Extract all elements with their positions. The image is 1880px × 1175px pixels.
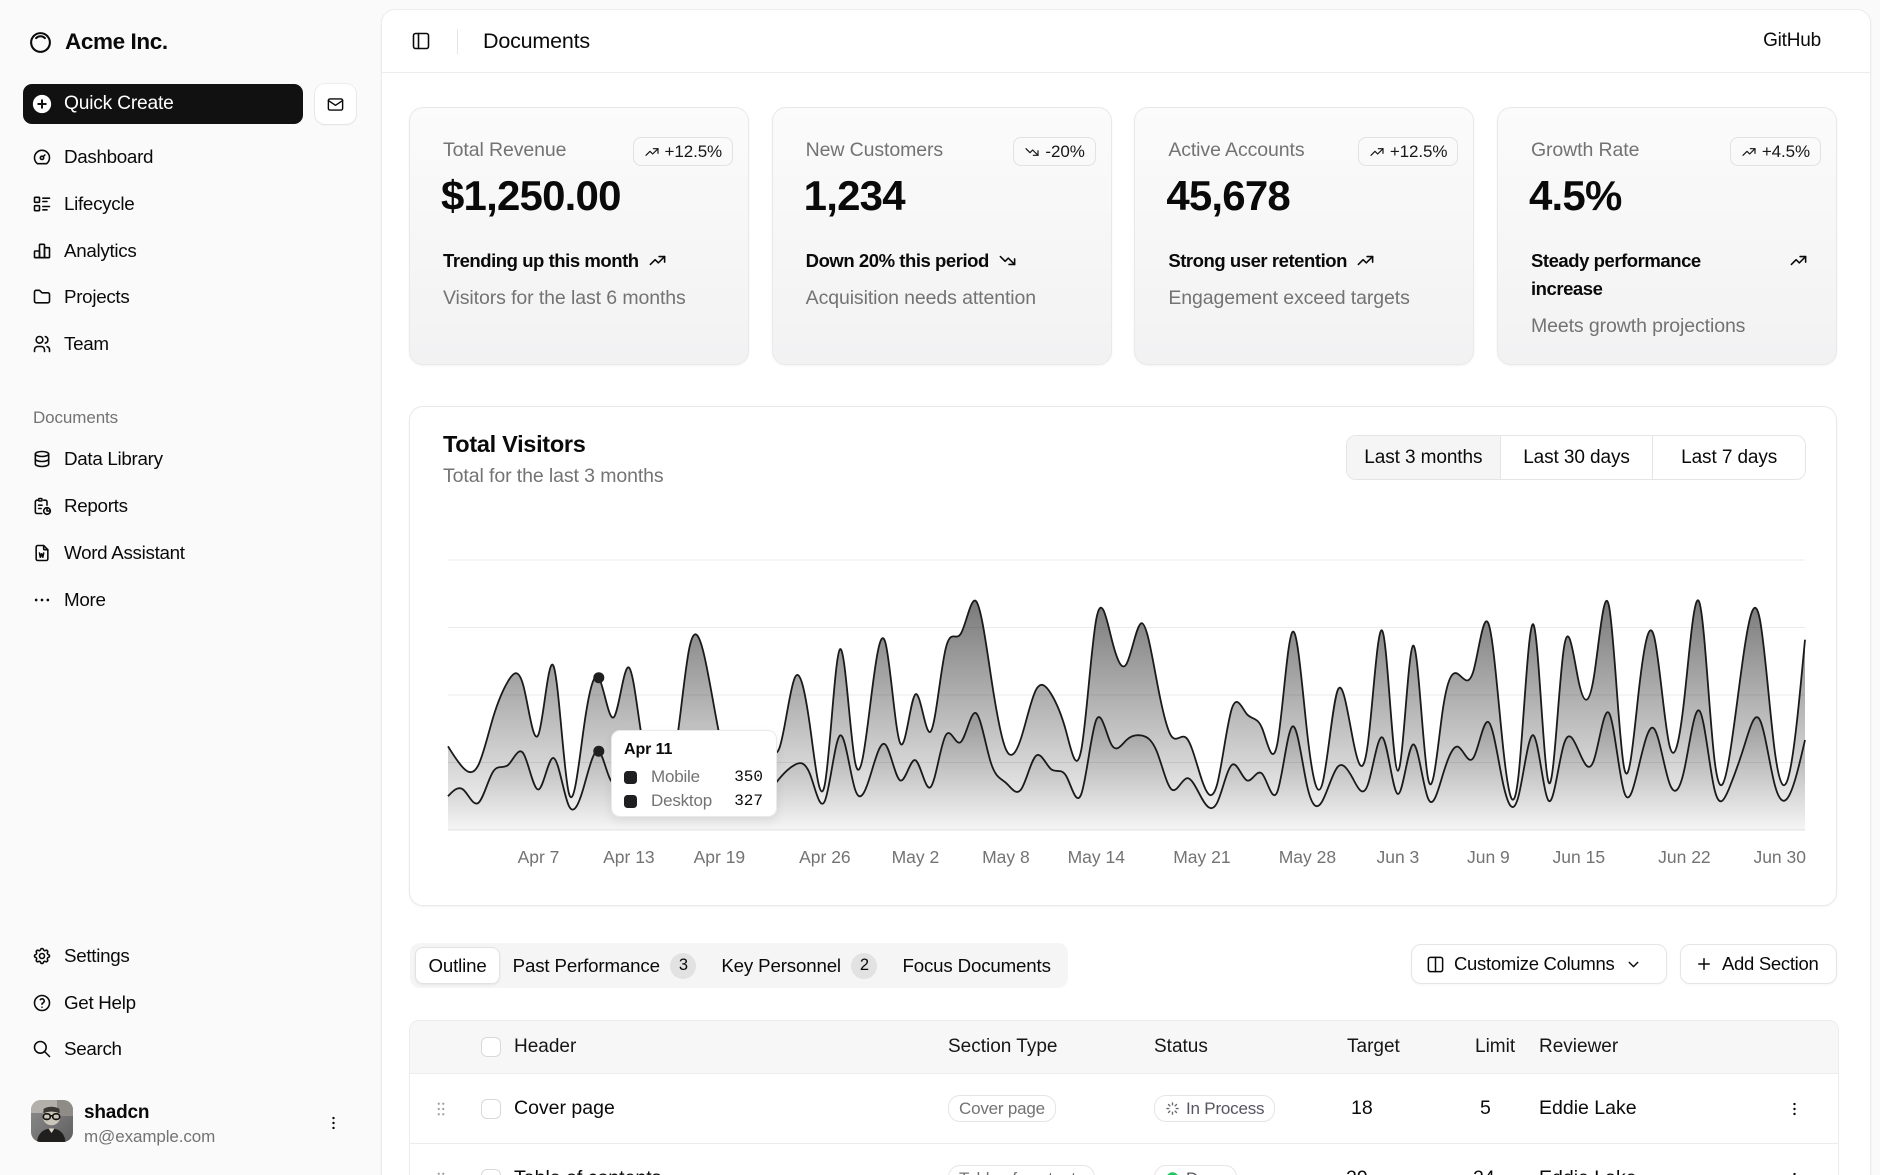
svg-text:Apr 7: Apr 7	[518, 847, 560, 867]
svg-text:Jun 30: Jun 30	[1753, 847, 1806, 867]
svg-text:May 28: May 28	[1279, 847, 1336, 867]
svg-text:Jun 9: Jun 9	[1467, 847, 1510, 867]
svg-text:Jun 15: Jun 15	[1553, 847, 1606, 867]
svg-text:Jun 3: Jun 3	[1376, 847, 1419, 867]
svg-text:May 21: May 21	[1173, 847, 1230, 867]
svg-text:Jun 22: Jun 22	[1658, 847, 1711, 867]
svg-text:Apr 13: Apr 13	[603, 847, 655, 867]
svg-text:Apr 26: Apr 26	[799, 847, 851, 867]
svg-text:May 14: May 14	[1068, 847, 1126, 867]
svg-text:May 8: May 8	[982, 847, 1030, 867]
svg-text:Apr 19: Apr 19	[694, 847, 746, 867]
svg-text:May 2: May 2	[892, 847, 940, 867]
